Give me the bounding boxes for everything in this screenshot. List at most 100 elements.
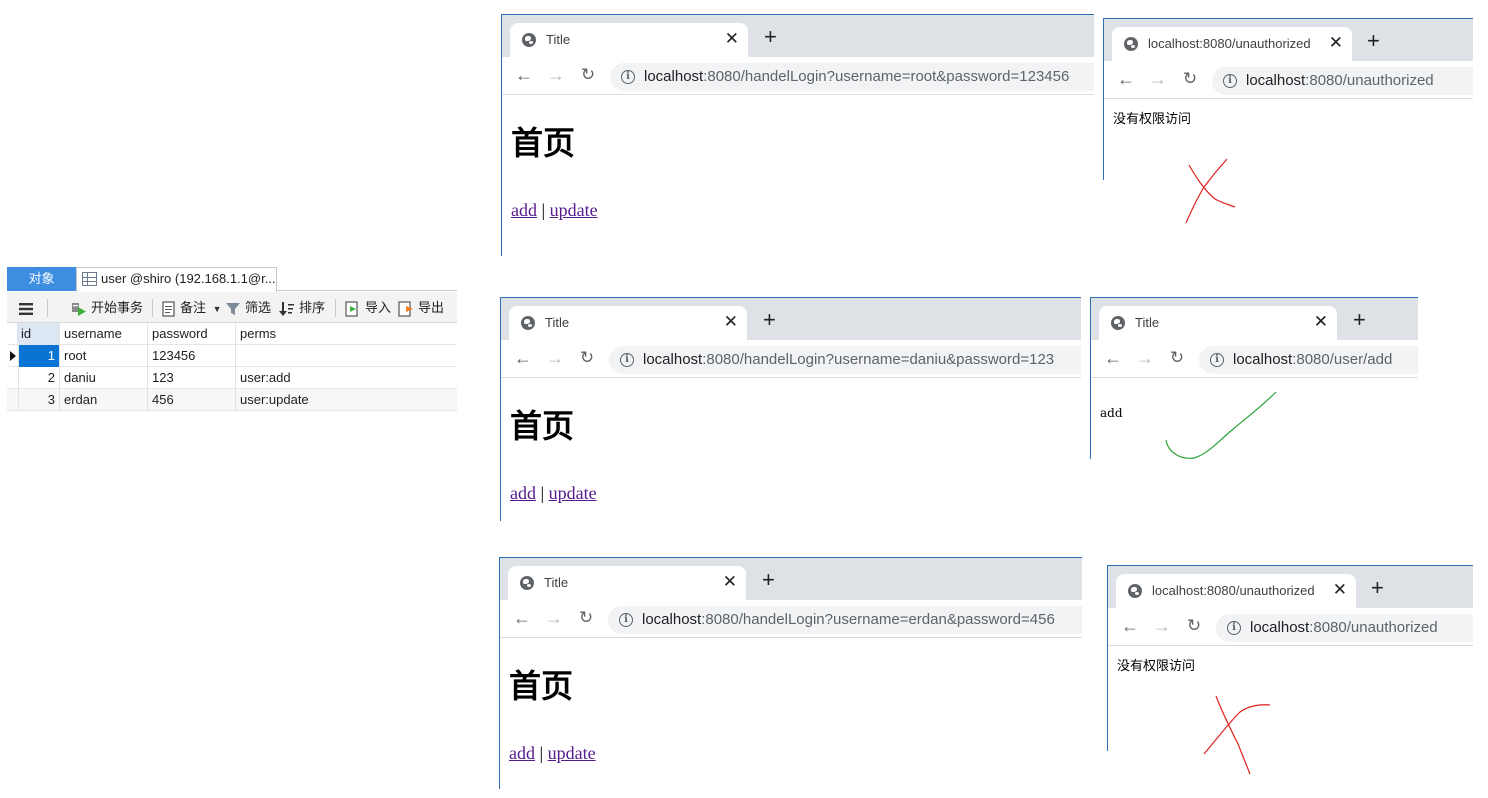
import-button[interactable]: 导入 [345, 292, 391, 323]
cell-username[interactable]: root [60, 345, 148, 367]
address-bar[interactable]: i localhost:8080/user/add [1199, 346, 1418, 374]
import-label: 导入 [365, 300, 392, 315]
forward-arrow-icon[interactable]: → [543, 607, 565, 629]
reload-icon[interactable]: ↻ [575, 607, 597, 629]
forward-arrow-icon[interactable]: → [544, 347, 566, 369]
column-header-username[interactable]: username [60, 323, 148, 345]
add-link[interactable]: add [510, 483, 536, 503]
back-arrow-icon[interactable]: ← [511, 607, 533, 629]
toolbar-divider [335, 299, 336, 317]
browser-tab[interactable]: Title ✕ [509, 306, 747, 340]
tab-objects[interactable]: 对象 [7, 267, 76, 291]
close-icon[interactable]: ✕ [725, 29, 739, 49]
add-link[interactable]: add [509, 743, 535, 763]
reload-icon[interactable]: ↻ [1183, 615, 1205, 637]
cell-perms[interactable] [236, 345, 457, 367]
info-icon[interactable]: i [619, 613, 633, 627]
browser-tab[interactable]: localhost:8080/unauthorized ✕ [1116, 574, 1356, 608]
memo-label: 备注 [180, 300, 207, 315]
tab-title: localhost:8080/unauthorized [1152, 583, 1315, 598]
address-bar[interactable]: i localhost:8080/handelLogin?username=da… [609, 346, 1081, 374]
new-tab-plus-icon[interactable]: + [762, 569, 775, 591]
table-row[interactable]: 2 daniu 123 user:add [7, 367, 457, 389]
update-link[interactable]: update [548, 743, 596, 763]
reload-icon[interactable]: ↻ [576, 347, 598, 369]
close-icon[interactable]: ✕ [723, 572, 737, 592]
new-tab-plus-icon[interactable]: + [1353, 309, 1366, 331]
back-arrow-icon[interactable]: ← [512, 347, 534, 369]
back-arrow-icon[interactable]: ← [1119, 615, 1141, 637]
back-arrow-icon[interactable]: ← [513, 64, 535, 86]
browser-toolbar: ← → ↻ i localhost:8080/handelLogin?usern… [501, 340, 1081, 378]
address-bar[interactable]: i localhost:8080/handelLogin?username=er… [608, 606, 1082, 634]
reload-icon[interactable]: ↻ [1166, 347, 1188, 369]
browser-tab[interactable]: Title ✕ [1099, 306, 1337, 340]
cell-perms[interactable]: user:add [236, 367, 457, 389]
forward-arrow-icon[interactable]: → [1134, 347, 1156, 369]
browser-tab[interactable]: Title ✕ [508, 566, 746, 600]
new-tab-plus-icon[interactable]: + [763, 309, 776, 331]
forward-arrow-icon[interactable]: → [1151, 615, 1173, 637]
url-path: :8080/user/add [1292, 351, 1393, 368]
info-icon[interactable]: i [620, 353, 634, 367]
add-link[interactable]: add [511, 200, 537, 220]
browser-toolbar: ← → ↻ i localhost:8080/handelLogin?usern… [500, 600, 1082, 638]
cell-username[interactable]: erdan [60, 389, 148, 411]
address-bar[interactable]: i localhost:8080/unauthorized [1212, 67, 1473, 95]
tab-user-table[interactable]: user @shiro (192.168.1.1@r... [76, 267, 277, 292]
cell-password[interactable]: 123456 [148, 345, 236, 367]
red-cross-mark [1203, 695, 1271, 775]
cell-password[interactable]: 456 [148, 389, 236, 411]
globe-icon [522, 33, 536, 47]
export-button[interactable]: 导出 [398, 292, 444, 323]
close-icon[interactable]: ✕ [1333, 580, 1347, 600]
filter-button[interactable]: 筛选 [225, 292, 271, 323]
info-icon[interactable]: i [1223, 74, 1237, 88]
menu-button[interactable] [19, 292, 33, 323]
close-icon[interactable]: ✕ [1314, 312, 1328, 332]
column-header-perms[interactable]: perms [236, 323, 457, 345]
begin-transaction-button[interactable]: 开始事务 [71, 292, 143, 323]
db-table-panel: 对象 user @shiro (192.168.1.1@r... 开始事务 备注… [7, 267, 457, 412]
table-row[interactable]: 3 erdan 456 user:update [7, 389, 457, 411]
sort-button[interactable]: 排序 [279, 292, 325, 323]
reload-icon[interactable]: ↻ [577, 64, 599, 86]
update-link[interactable]: update [550, 200, 598, 220]
info-icon[interactable]: i [1227, 621, 1241, 635]
back-arrow-icon[interactable]: ← [1102, 347, 1124, 369]
cell-id[interactable]: 2 [19, 367, 60, 389]
back-arrow-icon[interactable]: ← [1115, 68, 1137, 90]
address-bar[interactable]: i localhost:8080/unauthorized [1216, 614, 1473, 642]
link-separator: | [537, 200, 550, 220]
update-link[interactable]: update [549, 483, 597, 503]
forward-arrow-icon[interactable]: → [545, 64, 567, 86]
new-tab-plus-icon[interactable]: + [764, 26, 777, 48]
address-bar[interactable]: i localhost:8080/handelLogin?username=ro… [610, 63, 1094, 91]
info-icon[interactable]: i [1210, 353, 1224, 367]
close-icon[interactable]: ✕ [1329, 33, 1343, 53]
memo-button[interactable]: 备注 ▼ [162, 292, 222, 323]
cell-id[interactable]: 3 [19, 389, 60, 411]
page-content: 首页 add | update [502, 96, 1094, 256]
browser-tab[interactable]: localhost:8080/unauthorized ✕ [1112, 27, 1352, 61]
column-header-id[interactable]: id [17, 323, 60, 345]
forward-arrow-icon[interactable]: → [1147, 68, 1169, 90]
cell-password[interactable]: 123 [148, 367, 236, 389]
url-host: localhost [642, 611, 702, 628]
table-row[interactable]: 1 root 123456 [7, 345, 457, 367]
browser-window-erdan-result: localhost:8080/unauthorized ✕ + ← → ↻ i … [1107, 565, 1473, 751]
link-separator: | [535, 743, 548, 763]
new-tab-plus-icon[interactable]: + [1367, 30, 1380, 52]
cell-id[interactable]: 1 [19, 345, 60, 367]
row-indicator [7, 367, 19, 389]
close-icon[interactable]: ✕ [724, 312, 738, 332]
new-tab-plus-icon[interactable]: + [1371, 577, 1384, 599]
cell-perms[interactable]: user:update [236, 389, 457, 411]
cell-username[interactable]: daniu [60, 367, 148, 389]
reload-icon[interactable]: ↻ [1179, 68, 1201, 90]
browser-toolbar: ← → ↻ i localhost:8080/unauthorized [1108, 608, 1473, 646]
column-header-password[interactable]: password [148, 323, 236, 345]
browser-tab[interactable]: Title ✕ [510, 23, 748, 57]
info-icon[interactable]: i [621, 70, 635, 84]
tab-title: localhost:8080/unauthorized [1148, 36, 1311, 51]
